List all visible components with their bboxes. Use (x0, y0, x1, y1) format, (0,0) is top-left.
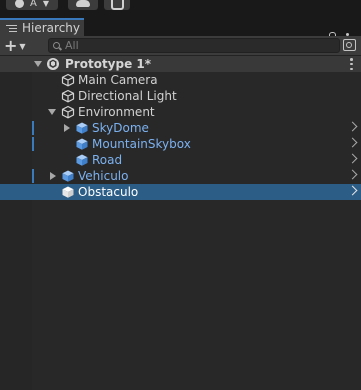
item-label: Environment (78, 105, 155, 119)
chevron-down-icon: ▼ (42, 0, 49, 8)
prefab-cube-icon (76, 138, 88, 150)
cloud-button[interactable] (68, 0, 98, 10)
search-row: + ▼ (0, 36, 361, 56)
plus-icon: + (4, 36, 18, 55)
item-label: MountainSkybox (92, 137, 191, 151)
account-button[interactable]: A ▼ (6, 0, 58, 10)
foldout-expanded-icon[interactable] (48, 109, 56, 115)
scene-menu-icon[interactable] (350, 58, 353, 70)
prefab-cube-icon (62, 186, 74, 198)
item-label: SkyDome (92, 121, 149, 135)
gameobject-cube-icon (61, 89, 75, 103)
collab-icon (110, 0, 124, 10)
hierarchy-item-obstaculo[interactable]: Obstaculo (0, 184, 361, 200)
hierarchy-item-skydome[interactable]: SkyDome (0, 120, 361, 136)
prefab-cube-icon (76, 154, 88, 166)
tab-hierarchy[interactable]: Hierarchy (0, 18, 84, 36)
item-label: Vehiculo (78, 169, 129, 183)
hierarchy-item-vehiculo[interactable]: Vehiculo (0, 168, 361, 184)
tab-bar: Hierarchy (0, 14, 361, 45)
scene-row[interactable]: Prototype 1* (0, 56, 361, 72)
prefab-cube-icon (62, 170, 74, 182)
foldout-collapsed-icon[interactable] (50, 172, 56, 180)
search-icon (53, 41, 63, 50)
chevron-right-icon[interactable] (347, 137, 358, 148)
gameobject-cube-icon (61, 105, 75, 119)
prefab-cube-icon (76, 122, 88, 134)
search-input[interactable] (65, 39, 325, 52)
add-object-button[interactable]: + ▼ (4, 38, 32, 54)
chevron-right-icon[interactable] (347, 185, 358, 196)
top-toolbar: A ▼ (0, 0, 361, 14)
account-icon (15, 0, 24, 8)
account-label: A (30, 0, 37, 9)
hierarchy-tree: Prototype 1* Main Camera Directional Lig… (0, 56, 361, 390)
chevron-right-icon[interactable] (347, 121, 358, 132)
hierarchy-item-mountainskybox[interactable]: MountainSkybox (0, 136, 361, 152)
foldout-collapsed-icon[interactable] (64, 124, 70, 132)
scene-search-icon[interactable] (343, 39, 356, 51)
hierarchy-list-icon (6, 24, 17, 32)
search-field[interactable] (48, 38, 340, 53)
tab-label: Hierarchy (22, 21, 81, 35)
item-label: Road (92, 153, 123, 167)
hierarchy-item-environment[interactable]: Environment (0, 104, 361, 120)
item-label: Main Camera (78, 73, 158, 87)
chevron-down-icon: ▼ (19, 41, 26, 51)
foldout-expanded-icon[interactable] (34, 61, 42, 67)
cloud-icon (76, 0, 90, 7)
hierarchy-item-road[interactable]: Road (0, 152, 361, 168)
gameobject-cube-icon (61, 73, 75, 87)
unity-scene-icon (47, 58, 59, 70)
hierarchy-item-main-camera[interactable]: Main Camera (0, 72, 361, 88)
collab-button[interactable] (104, 0, 130, 10)
item-label: Directional Light (78, 89, 177, 103)
item-label: Obstaculo (78, 185, 139, 199)
hierarchy-item-directional-light[interactable]: Directional Light (0, 88, 361, 104)
chevron-right-icon[interactable] (347, 169, 358, 180)
chevron-right-icon[interactable] (347, 153, 358, 164)
scene-label: Prototype 1* (65, 57, 152, 71)
hierarchy-window: A ▼ Hierarchy + ▼ All Prototype 1* Main … (0, 0, 361, 390)
